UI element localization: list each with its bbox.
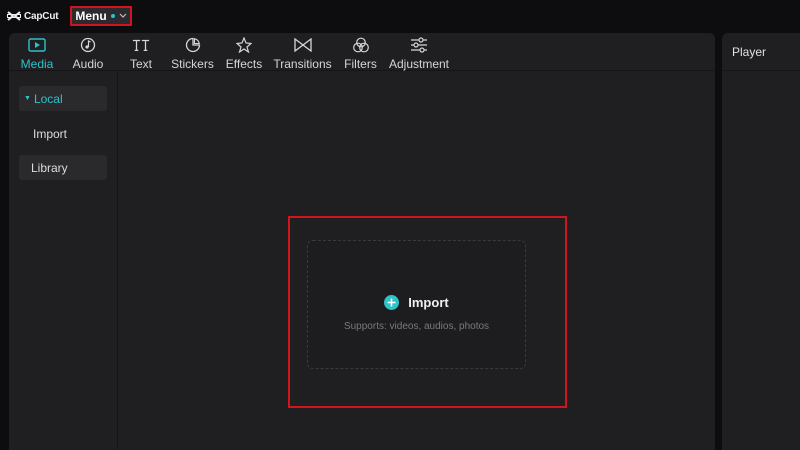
tab-adjustment-label: Adjustment — [388, 57, 450, 71]
tab-stickers-label: Stickers — [171, 57, 214, 71]
import-row: Import — [308, 295, 525, 310]
sidebar-item-label: Local — [33, 91, 63, 106]
tab-text[interactable]: Text — [115, 33, 167, 71]
import-dropzone[interactable]: Import Supports: videos, audios, photos — [307, 240, 526, 369]
tab-media[interactable]: Media — [13, 33, 61, 71]
sidebar-item-label: Import — [33, 126, 68, 141]
chevron-down-icon — [119, 13, 127, 18]
player-panel: Player — [722, 33, 800, 450]
tab-audio-label: Audio — [72, 57, 104, 71]
feature-toolbar: Media Audio Text Stickers Effects Transi… — [9, 33, 715, 71]
transitions-icon — [293, 36, 312, 54]
notification-dot — [110, 14, 115, 18]
tab-adjustment[interactable]: Adjustment — [386, 33, 452, 71]
stickers-icon — [184, 36, 202, 54]
tab-transitions-label: Transitions — [273, 57, 332, 71]
caret-down-icon: ▼ — [24, 95, 31, 102]
tab-audio[interactable]: Audio — [61, 33, 115, 71]
capcut-logo: CapCut — [7, 8, 59, 24]
sidebar-item-import[interactable]: Import — [19, 121, 107, 146]
media-sidebar: ▼ Local Import Library — [9, 71, 118, 450]
tab-effects[interactable]: Effects — [218, 33, 270, 71]
tab-transitions[interactable]: Transitions — [270, 33, 335, 71]
sidebar-item-label: Library — [31, 160, 68, 175]
capcut-logo-icon — [7, 11, 21, 21]
effects-icon — [235, 36, 253, 54]
menu-button[interactable]: Menu — [70, 6, 132, 26]
media-panel: Media Audio Text Stickers Effects Transi… — [9, 33, 715, 450]
tab-filters[interactable]: Filters — [335, 33, 386, 71]
sidebar-item-library[interactable]: Library — [19, 155, 107, 180]
tab-filters-label: Filters — [344, 57, 377, 71]
import-title: Import — [408, 295, 449, 310]
text-icon — [132, 36, 150, 54]
plus-icon — [384, 295, 400, 310]
menu-label: Menu — [75, 9, 107, 23]
media-content: Import Supports: videos, audios, photos — [119, 71, 715, 450]
tab-text-label: Text — [129, 57, 152, 71]
title-bar: CapCut Menu — [0, 0, 800, 32]
logo-text: CapCut — [24, 10, 59, 22]
tab-effects-label: Effects — [225, 57, 263, 71]
player-title: Player — [722, 33, 800, 71]
filters-icon — [352, 36, 370, 54]
tab-media-label: Media — [20, 57, 54, 71]
sidebar-item-local[interactable]: ▼ Local — [19, 86, 107, 111]
audio-icon — [79, 36, 97, 54]
media-icon — [28, 36, 46, 54]
import-subtitle: Supports: videos, audios, photos — [343, 321, 490, 332]
adjustment-icon — [410, 36, 428, 54]
tab-stickers[interactable]: Stickers — [167, 33, 218, 71]
